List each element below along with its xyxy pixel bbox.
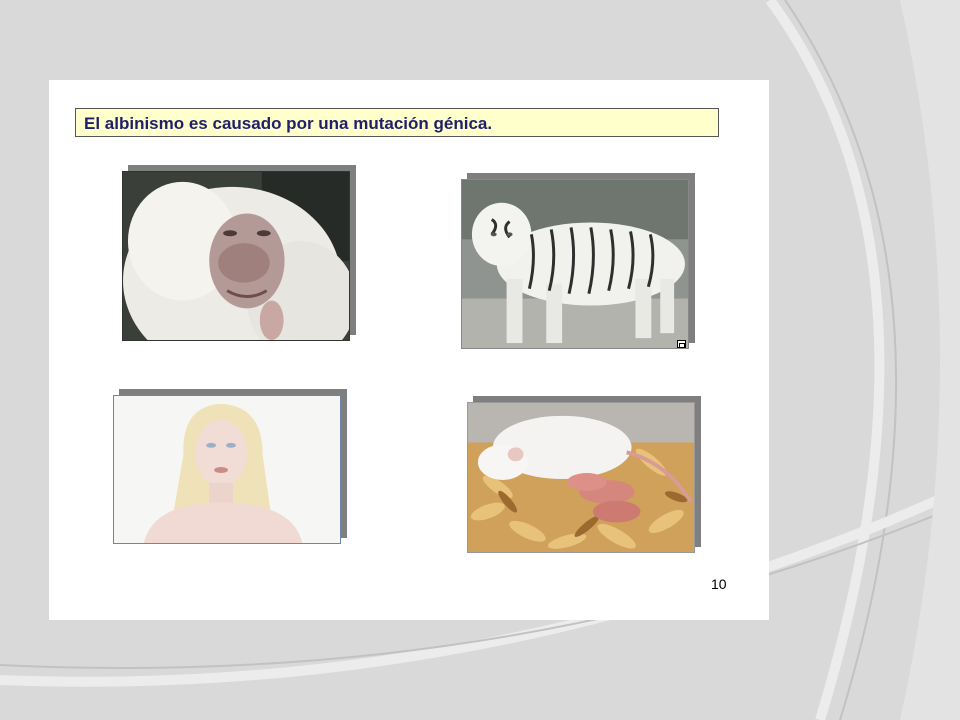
albino-rat-photo[interactable] <box>467 402 695 553</box>
expand-icon[interactable] <box>677 340 686 348</box>
person-frame <box>113 389 347 544</box>
gorilla-frame <box>122 165 356 341</box>
slide: El albinismo es causado por una mutación… <box>49 80 769 620</box>
tiger-frame <box>461 173 695 349</box>
albino-person-photo[interactable] <box>113 395 341 544</box>
white-tiger-photo[interactable] <box>461 179 689 349</box>
rat-frame <box>467 396 701 553</box>
page-number: 10 <box>711 576 727 592</box>
title-box: El albinismo es causado por una mutación… <box>75 108 719 137</box>
albino-gorilla-photo[interactable] <box>122 171 350 341</box>
slide-title: El albinismo es causado por una mutación… <box>84 114 493 133</box>
